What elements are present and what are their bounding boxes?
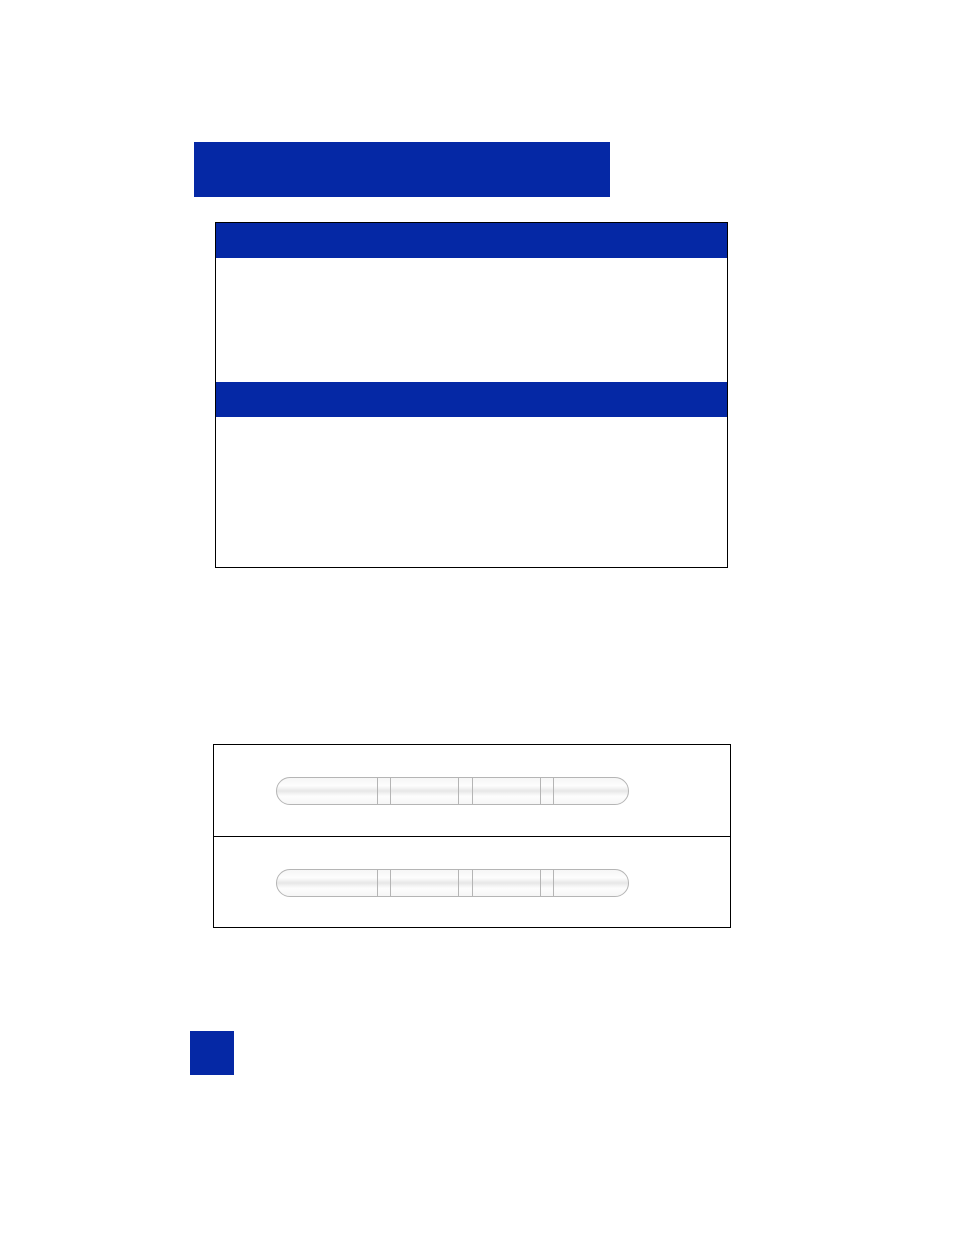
pill1-divider — [458, 778, 459, 804]
pill2-divider — [458, 870, 459, 896]
upper-box — [215, 222, 728, 568]
upper-box-middle-band — [216, 382, 727, 417]
pill2-divider — [472, 870, 473, 896]
pill2-divider — [540, 870, 541, 896]
pill2-divider — [390, 870, 391, 896]
segmented-pill-2 — [276, 869, 629, 897]
lower-box — [213, 744, 731, 928]
pill2-divider — [377, 870, 378, 896]
pill1-divider — [377, 778, 378, 804]
upper-box-header-band — [216, 223, 727, 258]
pill1-divider — [553, 778, 554, 804]
segmented-pill-1 — [276, 777, 629, 805]
small-blue-square — [190, 1031, 234, 1075]
lower-box-row-2 — [214, 836, 730, 927]
pill1-divider — [390, 778, 391, 804]
top-blue-bar — [194, 142, 610, 197]
pill1-divider — [472, 778, 473, 804]
pill2-divider — [553, 870, 554, 896]
page — [0, 0, 954, 1235]
pill1-divider — [540, 778, 541, 804]
lower-box-row-1 — [214, 745, 730, 836]
